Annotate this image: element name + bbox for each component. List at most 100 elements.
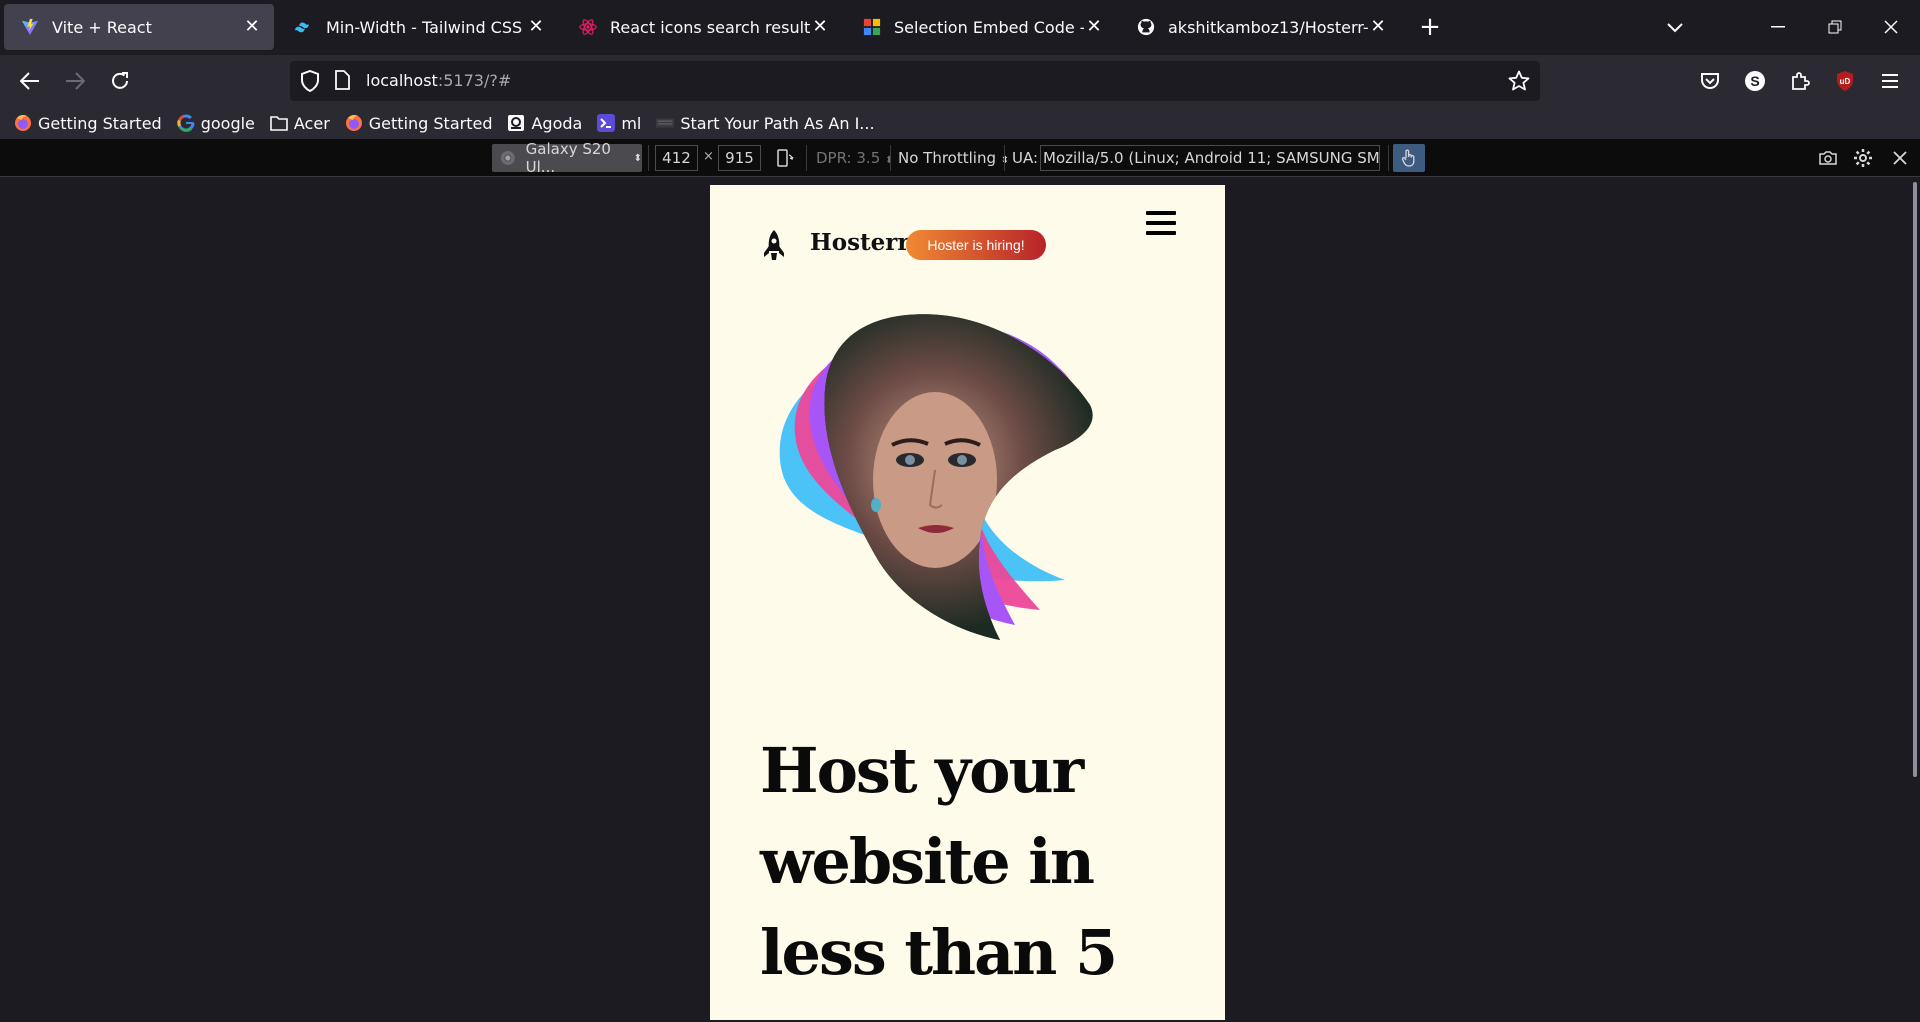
- back-button[interactable]: [12, 63, 48, 99]
- github-icon: [1136, 17, 1156, 37]
- throttling-selector[interactable]: No Throttling ⬍: [898, 149, 1009, 167]
- ublock-icon: uD: [1837, 71, 1853, 91]
- minimize-icon: [1771, 26, 1785, 28]
- url-host: localhost: [366, 71, 438, 90]
- minimize-button[interactable]: [1758, 8, 1798, 46]
- tab-vite-react[interactable]: Vite + React ✕: [4, 4, 274, 50]
- chrome-icon: [500, 151, 515, 165]
- device-name: Galaxy S20 Ul...: [525, 140, 611, 176]
- folder-icon: [270, 114, 288, 132]
- user-agent-input[interactable]: Mozilla/5.0 (Linux; Android 11; SAMSUNG …: [1040, 145, 1380, 171]
- brand-name[interactable]: Hosterr: [810, 229, 910, 256]
- device-selector[interactable]: Galaxy S20 Ul... ⬍: [492, 140, 642, 176]
- dpr-selector[interactable]: DPR: 3.5 ⬍: [816, 149, 893, 167]
- reload-icon: [112, 72, 128, 89]
- close-icon[interactable]: ✕: [1368, 17, 1388, 37]
- hero-title: Host your website in less than 5: [760, 734, 1118, 989]
- menu-line: [1146, 221, 1176, 225]
- bookmark-item[interactable]: Start Your Path As An I...: [656, 114, 875, 133]
- close-icon[interactable]: ✕: [810, 17, 830, 37]
- tab-react-icons[interactable]: React icons search results ✕: [562, 4, 842, 50]
- list-all-tabs-button[interactable]: [1659, 12, 1691, 44]
- svg-text:S: S: [1750, 73, 1759, 89]
- tab-tailwind[interactable]: Min-Width - Tailwind CSS ✕: [278, 4, 558, 50]
- arrow-left-icon: [20, 72, 39, 90]
- svg-text:uD: uD: [1840, 77, 1851, 86]
- close-icon: [1893, 151, 1907, 165]
- divider: [648, 145, 649, 171]
- menu-icon[interactable]: [1146, 211, 1176, 239]
- tab-title: Vite + React: [52, 17, 152, 37]
- avatar: S: [1745, 71, 1765, 91]
- account-button[interactable]: S: [1737, 63, 1773, 99]
- close-window-button[interactable]: [1871, 8, 1911, 46]
- extensions-button[interactable]: [1782, 63, 1818, 99]
- react-icon: [578, 17, 598, 37]
- close-rdm-button[interactable]: [1887, 146, 1913, 170]
- google-icon: [862, 17, 882, 37]
- url-text[interactable]: localhost:5173/?#: [366, 71, 511, 90]
- restore-icon: [1828, 20, 1842, 34]
- viewport-width-input[interactable]: 412: [655, 145, 698, 171]
- tab-github[interactable]: akshitkamboz13/Hosterr-Landi ✕: [1120, 4, 1400, 50]
- page-info-icon[interactable]: [334, 70, 350, 94]
- restore-button[interactable]: [1815, 8, 1855, 46]
- bookmark-folder[interactable]: Acer: [270, 114, 330, 133]
- responsive-design-toolbar: Galaxy S20 Ul... ⬍ 412 × 915 DPR: 3.5 ⬍ …: [0, 139, 1920, 177]
- bookmark-label: Getting Started: [38, 113, 162, 133]
- touch-simulation-button[interactable]: [1393, 144, 1425, 172]
- tab-selection-embed[interactable]: Selection Embed Code - Googl ✕: [846, 4, 1116, 50]
- url-path: :5173/?#: [437, 71, 512, 90]
- viewport-scrollbar[interactable]: [1913, 182, 1917, 777]
- reload-button[interactable]: [102, 63, 138, 99]
- tailwind-icon: [294, 17, 314, 37]
- vite-icon: [20, 17, 40, 37]
- menu-icon: [1882, 74, 1898, 88]
- shield-icon[interactable]: [300, 69, 320, 96]
- viewport-height-input[interactable]: 915: [718, 145, 761, 171]
- ublock-button[interactable]: uD: [1827, 63, 1863, 99]
- screenshot-button[interactable]: [1815, 146, 1841, 170]
- new-tab-button[interactable]: +: [1414, 12, 1446, 44]
- puzzle-icon: [1792, 72, 1810, 90]
- ua-label: UA:: [1012, 149, 1039, 167]
- hiring-badge[interactable]: Hoster is hiring!: [906, 230, 1046, 260]
- bookmark-item[interactable]: google: [177, 114, 255, 133]
- menu-line: [1146, 231, 1176, 235]
- url-bar[interactable]: localhost:5173/?#: [290, 61, 1540, 101]
- menu-line: [1146, 211, 1176, 215]
- tab-title: React icons search results: [610, 17, 810, 37]
- google-icon: [177, 114, 195, 132]
- hero-image: [779, 314, 1093, 641]
- rotate-viewport-button[interactable]: [772, 146, 798, 170]
- divider: [890, 145, 891, 171]
- close-icon[interactable]: ✕: [242, 17, 262, 37]
- agoda-icon: [507, 114, 525, 132]
- bookmark-item[interactable]: Agoda: [507, 114, 582, 133]
- dpr-label: DPR: 3.5: [816, 149, 881, 167]
- bookmark-label: Agoda: [531, 113, 583, 133]
- tab-title: Selection Embed Code - Googl: [894, 17, 1084, 37]
- bookmark-label: Acer: [293, 113, 330, 133]
- bookmark-item[interactable]: Getting Started: [345, 113, 493, 133]
- bookmark-star-icon[interactable]: [1508, 70, 1530, 96]
- bookmark-item[interactable]: ml: [597, 114, 641, 133]
- rotate-icon: [777, 149, 794, 167]
- tab-strip: Vite + React ✕ Min-Width - Tailwind CSS …: [0, 0, 1920, 55]
- divider: [1004, 145, 1005, 171]
- divider: [806, 145, 807, 171]
- mobile-viewport: Hosterr Hoster is hiring! Host your webs…: [710, 185, 1225, 1020]
- pocket-button[interactable]: [1692, 63, 1728, 99]
- close-icon[interactable]: ✕: [1084, 17, 1104, 37]
- bookmark-item[interactable]: Getting Started: [14, 114, 162, 133]
- bookmark-label: Getting Started: [368, 113, 493, 133]
- times-symbol: ×: [703, 149, 714, 164]
- close-icon: [1884, 20, 1898, 34]
- app-menu-button[interactable]: [1872, 63, 1908, 99]
- forward-button[interactable]: [57, 63, 93, 99]
- throttling-label: No Throttling: [898, 149, 996, 167]
- terminal-icon: [597, 114, 616, 132]
- pocket-icon: [1701, 73, 1719, 89]
- settings-button[interactable]: [1850, 146, 1876, 170]
- close-icon[interactable]: ✕: [526, 17, 546, 37]
